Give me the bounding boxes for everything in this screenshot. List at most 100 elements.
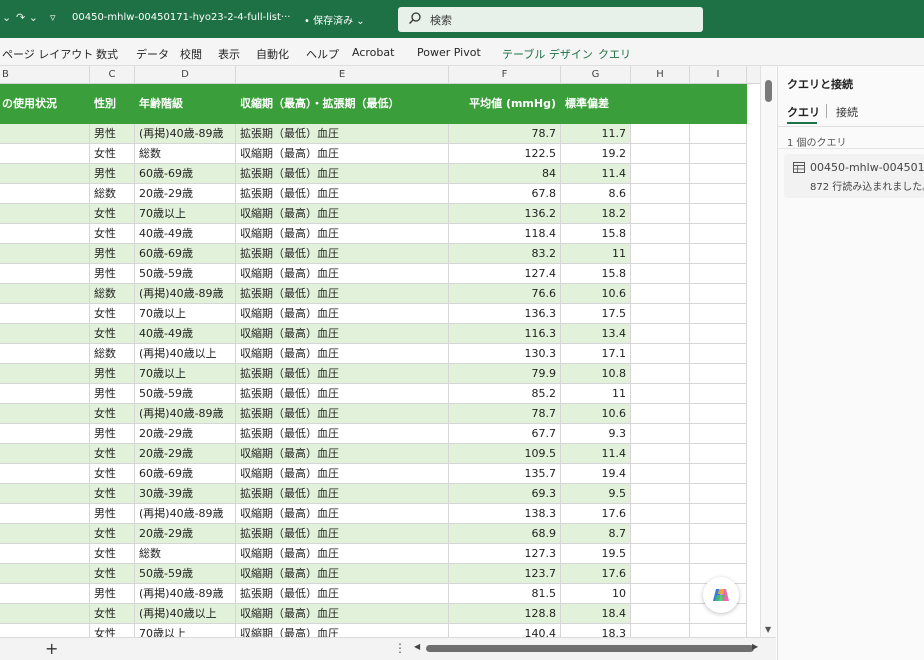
- table-cell[interactable]: 19.4: [561, 464, 631, 484]
- table-cell[interactable]: (再掲)40歳以上: [135, 604, 236, 624]
- table-cell[interactable]: (再掲)40歳-89歳: [135, 584, 236, 604]
- usage-cell[interactable]: [0, 244, 90, 264]
- empty-cell[interactable]: [631, 524, 690, 544]
- column-header-g[interactable]: G: [561, 66, 631, 84]
- empty-cell[interactable]: [690, 164, 747, 184]
- empty-cell[interactable]: [631, 624, 690, 637]
- table-cell[interactable]: 収縮期（最高）血圧: [236, 144, 449, 164]
- usage-cell[interactable]: [0, 604, 90, 624]
- usage-cell[interactable]: [0, 584, 90, 604]
- table-cell[interactable]: 67.7: [449, 424, 561, 444]
- table-cell[interactable]: 収縮期（最高）血圧: [236, 324, 449, 344]
- table-cell[interactable]: 118.4: [449, 224, 561, 244]
- empty-cell[interactable]: [631, 424, 690, 444]
- empty-cell[interactable]: [631, 144, 690, 164]
- table-cell[interactable]: 70歳以上: [135, 204, 236, 224]
- usage-cell[interactable]: [0, 124, 90, 144]
- column-header-c[interactable]: C: [90, 66, 135, 84]
- table-cell[interactable]: 135.7: [449, 464, 561, 484]
- table-cell[interactable]: 18.4: [561, 604, 631, 624]
- empty-cell[interactable]: [631, 344, 690, 364]
- empty-cell[interactable]: [690, 464, 747, 484]
- usage-cell[interactable]: [0, 324, 90, 344]
- table-cell[interactable]: 男性: [90, 124, 135, 144]
- table-cell[interactable]: 女性: [90, 604, 135, 624]
- table-cell[interactable]: 127.3: [449, 544, 561, 564]
- empty-cell[interactable]: [690, 244, 747, 264]
- table-cell[interactable]: 収縮期（最高）血圧: [236, 224, 449, 244]
- search-box[interactable]: 検索: [398, 7, 703, 32]
- table-cell[interactable]: (再掲)40歳以上: [135, 344, 236, 364]
- table-cell[interactable]: 85.2: [449, 384, 561, 404]
- table-cell[interactable]: 10.6: [561, 284, 631, 304]
- table-cell[interactable]: 11: [561, 384, 631, 404]
- table-cell[interactable]: 女性: [90, 144, 135, 164]
- table-cell[interactable]: 男性: [90, 364, 135, 384]
- table-cell[interactable]: 40歳-49歳: [135, 224, 236, 244]
- copilot-button[interactable]: [703, 577, 739, 613]
- table-cell[interactable]: 女性: [90, 444, 135, 464]
- table-cell[interactable]: 10.6: [561, 404, 631, 424]
- table-cell[interactable]: 123.7: [449, 564, 561, 584]
- usage-cell[interactable]: [0, 164, 90, 184]
- table-cell[interactable]: 116.3: [449, 324, 561, 344]
- usage-cell[interactable]: [0, 224, 90, 244]
- column-header-i[interactable]: I: [690, 66, 747, 84]
- table-cell[interactable]: 総数: [90, 184, 135, 204]
- usage-cell[interactable]: [0, 284, 90, 304]
- table-cell[interactable]: 17.1: [561, 344, 631, 364]
- table-cell[interactable]: 20歳-29歳: [135, 184, 236, 204]
- redo-icon[interactable]: ↷ ⌄: [16, 11, 38, 24]
- table-cell[interactable]: 女性: [90, 224, 135, 244]
- column-header-e[interactable]: E: [236, 66, 449, 84]
- tab-view[interactable]: 表示: [218, 46, 240, 62]
- empty-cell[interactable]: [631, 304, 690, 324]
- usage-cell[interactable]: [0, 384, 90, 404]
- more-options-icon[interactable]: ⋮: [394, 641, 406, 655]
- tab-acrobat[interactable]: Acrobat: [352, 46, 394, 59]
- table-cell[interactable]: 拡張期（最低）血圧: [236, 184, 449, 204]
- empty-cell[interactable]: [631, 244, 690, 264]
- save-status[interactable]: • 保存済み ⌄: [304, 12, 365, 27]
- usage-cell[interactable]: [0, 464, 90, 484]
- query-name[interactable]: 00450-mhlw-00450171-hyo23-2-4-full-list: [810, 161, 924, 174]
- empty-cell[interactable]: [690, 484, 747, 504]
- table-cell[interactable]: 収縮期（最高）血圧: [236, 604, 449, 624]
- table-cell[interactable]: 8.6: [561, 184, 631, 204]
- table-cell[interactable]: 男性: [90, 244, 135, 264]
- empty-cell[interactable]: [690, 624, 747, 637]
- empty-cell[interactable]: [690, 84, 747, 124]
- empty-cell[interactable]: [690, 384, 747, 404]
- usage-cell[interactable]: [0, 544, 90, 564]
- table-cell[interactable]: (再掲)40歳-89歳: [135, 404, 236, 424]
- customize-quick-access-icon[interactable]: ▿: [50, 11, 56, 24]
- table-cell[interactable]: 30歳-39歳: [135, 484, 236, 504]
- table-header-cell[interactable]: 標準偏差: [561, 84, 631, 124]
- empty-cell[interactable]: [631, 484, 690, 504]
- empty-cell[interactable]: [631, 324, 690, 344]
- empty-cell[interactable]: [631, 584, 690, 604]
- table-cell[interactable]: 18.2: [561, 204, 631, 224]
- empty-cell[interactable]: [690, 324, 747, 344]
- empty-cell[interactable]: [690, 524, 747, 544]
- empty-cell[interactable]: [631, 204, 690, 224]
- table-cell[interactable]: 女性: [90, 324, 135, 344]
- table-cell[interactable]: (再掲)40歳-89歳: [135, 504, 236, 524]
- table-cell[interactable]: 収縮期（最高）血圧: [236, 624, 449, 637]
- empty-cell[interactable]: [690, 304, 747, 324]
- table-cell[interactable]: 拡張期（最低）血圧: [236, 164, 449, 184]
- empty-cell[interactable]: [631, 504, 690, 524]
- table-cell[interactable]: 総数: [90, 344, 135, 364]
- table-cell[interactable]: 128.8: [449, 604, 561, 624]
- worksheet-grid[interactable]: の使用状況 性別 年齢階級 収縮期（最高）・拡張期（最低） 平均値 (mmHg)…: [0, 84, 760, 637]
- horizontal-scroll-thumb[interactable]: [426, 645, 754, 652]
- column-header-b[interactable]: B: [0, 66, 90, 84]
- table-cell[interactable]: (再掲)40歳-89歳: [135, 284, 236, 304]
- table-cell[interactable]: 15.8: [561, 224, 631, 244]
- table-cell[interactable]: 70歳以上: [135, 624, 236, 637]
- table-cell[interactable]: 50歳-59歳: [135, 384, 236, 404]
- table-cell[interactable]: 60歳-69歳: [135, 244, 236, 264]
- table-cell[interactable]: 収縮期（最高）血圧: [236, 264, 449, 284]
- empty-cell[interactable]: [690, 284, 747, 304]
- tab-help[interactable]: ヘルプ: [306, 46, 339, 62]
